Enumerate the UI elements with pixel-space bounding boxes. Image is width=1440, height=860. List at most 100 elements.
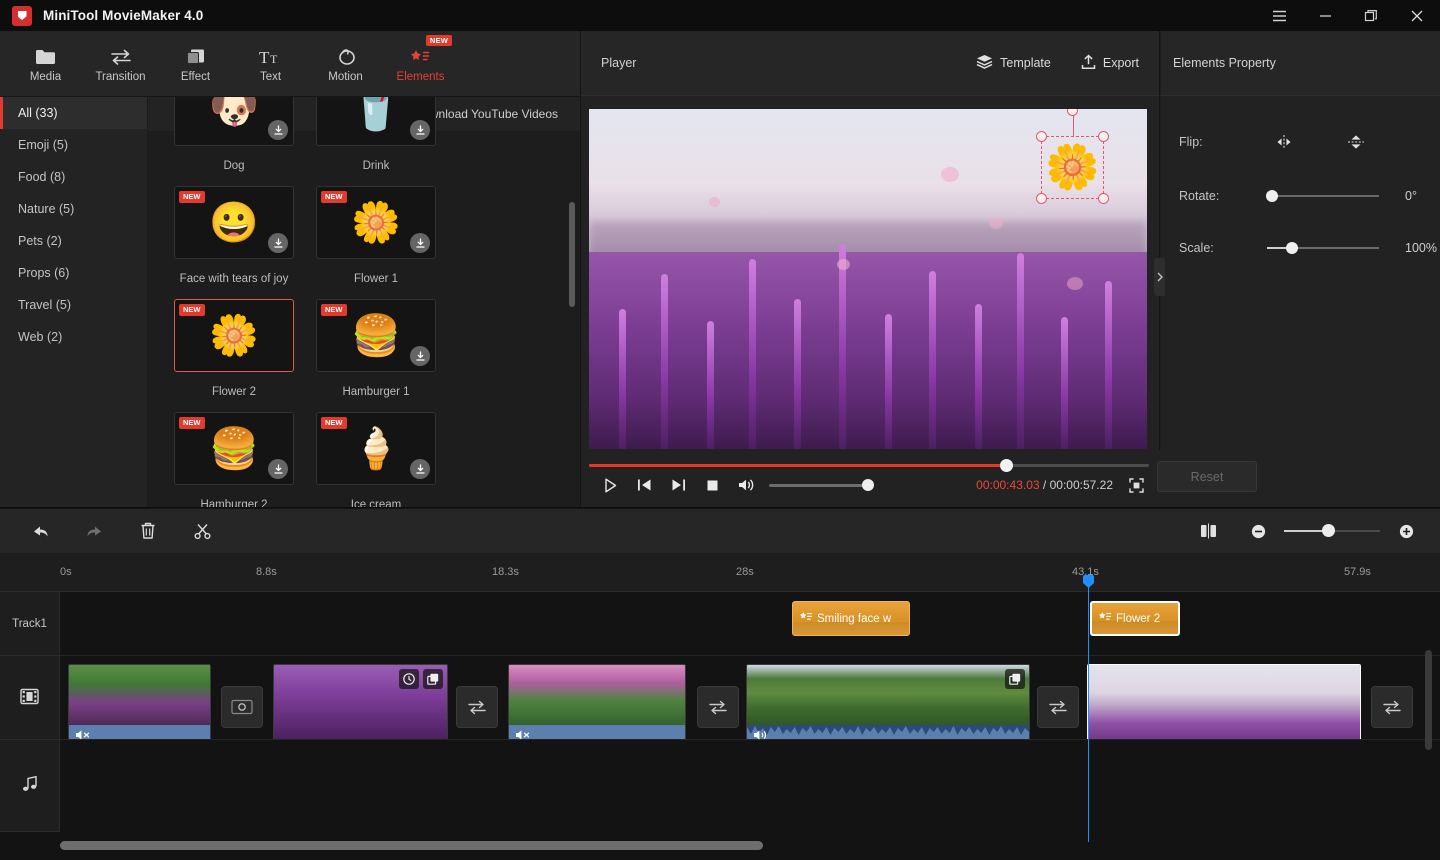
element-card[interactable]: NEW 🌼 Flower 1 <box>316 186 436 299</box>
volume-slider[interactable] <box>769 484 869 487</box>
element-thumb[interactable]: NEW 🍔 <box>174 412 294 485</box>
zoom-in-icon[interactable] <box>1388 516 1424 546</box>
volume-knob[interactable] <box>862 479 874 491</box>
sticker-lane[interactable]: Smiling face w Flower 2 <box>60 592 1440 656</box>
undo-button[interactable] <box>22 516 58 546</box>
track-header-audio[interactable] <box>0 740 60 832</box>
stop-button[interactable] <box>695 471 729 499</box>
rotate-slider-knob[interactable] <box>1266 190 1278 202</box>
video-clip[interactable] <box>273 664 448 750</box>
template-button[interactable]: Template <box>970 50 1057 77</box>
minimize-icon[interactable] <box>1302 0 1348 31</box>
video-clip[interactable] <box>508 664 686 750</box>
resize-handle-bl[interactable] <box>1036 193 1047 204</box>
download-icon[interactable] <box>410 346 430 366</box>
scale-slider[interactable] <box>1267 241 1379 255</box>
category-item-food[interactable]: Food (8) <box>0 161 147 193</box>
element-thumb[interactable]: NEW 🍔 <box>316 299 436 372</box>
play-button[interactable] <box>593 471 627 499</box>
element-thumb[interactable]: 🥤 <box>316 97 436 146</box>
video-clip[interactable] <box>68 664 211 750</box>
fullscreen-button[interactable] <box>1119 471 1153 499</box>
maximize-icon[interactable] <box>1348 0 1394 31</box>
download-icon[interactable] <box>410 120 430 140</box>
flip-vertical-icon[interactable] <box>1339 128 1373 156</box>
element-thumb[interactable]: NEW 🌼 <box>174 299 294 372</box>
ribbon-item-media[interactable]: Media <box>8 33 83 95</box>
element-selection-box[interactable]: 🌼 <box>1041 136 1104 199</box>
zoom-slider-knob[interactable] <box>1322 524 1335 537</box>
element-card-selected[interactable]: NEW 🌼 Flower 2 <box>174 299 294 412</box>
audio-lane[interactable] <box>60 740 1440 832</box>
next-frame-button[interactable] <box>661 471 695 499</box>
flip-horizontal-icon[interactable] <box>1267 128 1301 156</box>
element-card[interactable]: 🐶 Dog <box>174 97 294 186</box>
chevron-right-icon[interactable] <box>1154 258 1165 296</box>
delete-button[interactable] <box>130 516 166 546</box>
timeline-ruler[interactable]: 0s 8.8s 18.3s 28s 43.1s 57.9s <box>0 554 1440 592</box>
transition-slot[interactable] <box>1371 686 1413 728</box>
video-lane[interactable] <box>60 656 1440 740</box>
element-card[interactable]: NEW 😀 Face with tears of joy <box>174 186 294 299</box>
category-item-nature[interactable]: Nature (5) <box>0 193 147 225</box>
track-header-track1[interactable]: Track1 <box>0 592 60 656</box>
volume-button[interactable] <box>729 471 763 499</box>
category-item-emoji[interactable]: Emoji (5) <box>0 129 147 161</box>
resize-handle-tl[interactable] <box>1036 131 1047 142</box>
download-icon[interactable] <box>268 233 288 253</box>
ribbon-item-elements[interactable]: NEW Elements <box>383 33 458 95</box>
scale-slider-knob[interactable] <box>1286 242 1298 254</box>
category-item-pets[interactable]: Pets (2) <box>0 225 147 257</box>
download-icon[interactable] <box>268 459 288 479</box>
sticker-clip-selected[interactable]: Flower 2 <box>1090 601 1180 636</box>
ribbon-item-motion[interactable]: Motion <box>308 33 383 95</box>
element-card[interactable]: NEW 🍦 Ice cream <box>316 412 436 508</box>
elements-scrollbar[interactable] <box>569 202 575 307</box>
element-card[interactable]: NEW 🍔 Hamburger 2 <box>174 412 294 508</box>
menu-icon[interactable] <box>1256 0 1302 31</box>
download-icon[interactable] <box>410 233 430 253</box>
export-button[interactable]: Export <box>1075 50 1145 77</box>
element-thumb[interactable]: NEW 🌼 <box>316 186 436 259</box>
redo-button[interactable] <box>76 516 112 546</box>
category-item-travel[interactable]: Travel (5) <box>0 289 147 321</box>
ribbon-item-text[interactable]: TT Text <box>233 33 308 95</box>
transition-slot[interactable] <box>1037 686 1079 728</box>
playhead[interactable] <box>1088 576 1089 842</box>
download-icon[interactable] <box>268 120 288 140</box>
prev-frame-button[interactable] <box>627 471 661 499</box>
reset-button[interactable]: Reset <box>1157 461 1257 492</box>
split-button[interactable] <box>184 516 220 546</box>
element-thumb[interactable]: NEW 😀 <box>174 186 294 259</box>
timeline-vertical-scrollbar[interactable] <box>1425 650 1432 750</box>
transition-slot[interactable] <box>221 686 263 728</box>
speed-icon[interactable] <box>399 669 419 689</box>
split-view-icon[interactable] <box>1190 516 1226 546</box>
timeline-horizontal-scrollbar[interactable] <box>60 841 763 850</box>
resize-handle-br[interactable] <box>1098 193 1109 204</box>
element-card[interactable]: NEW 🍔 Hamburger 1 <box>316 299 436 412</box>
transition-slot[interactable] <box>697 686 739 728</box>
element-thumb[interactable]: NEW 🍦 <box>316 412 436 485</box>
ribbon-item-transition[interactable]: Transition <box>83 33 158 95</box>
transition-slot[interactable] <box>456 686 498 728</box>
element-thumb[interactable]: 🐶 <box>174 97 294 146</box>
category-item-all[interactable]: All (33) <box>0 97 147 129</box>
volume-on-icon[interactable] <box>753 728 769 746</box>
zoom-slider[interactable] <box>1284 524 1380 538</box>
crop-icon[interactable] <box>423 669 443 689</box>
element-card[interactable]: 🥤 Drink <box>316 97 436 186</box>
ribbon-item-effect[interactable]: Effect <box>158 33 233 95</box>
resize-handle-tr[interactable] <box>1098 131 1109 142</box>
sticker-clip[interactable]: Smiling face w <box>792 601 910 636</box>
category-item-web[interactable]: Web (2) <box>0 321 147 353</box>
crop-icon[interactable] <box>1005 669 1025 689</box>
video-clip-selected[interactable] <box>1087 664 1361 750</box>
rotate-slider[interactable] <box>1267 189 1379 203</box>
zoom-out-icon[interactable] <box>1240 516 1276 546</box>
video-preview[interactable]: 🌼 <box>589 109 1147 449</box>
download-icon[interactable] <box>410 459 430 479</box>
category-item-props[interactable]: Props (6) <box>0 257 147 289</box>
video-clip[interactable] <box>746 664 1030 750</box>
close-icon[interactable] <box>1394 0 1440 31</box>
